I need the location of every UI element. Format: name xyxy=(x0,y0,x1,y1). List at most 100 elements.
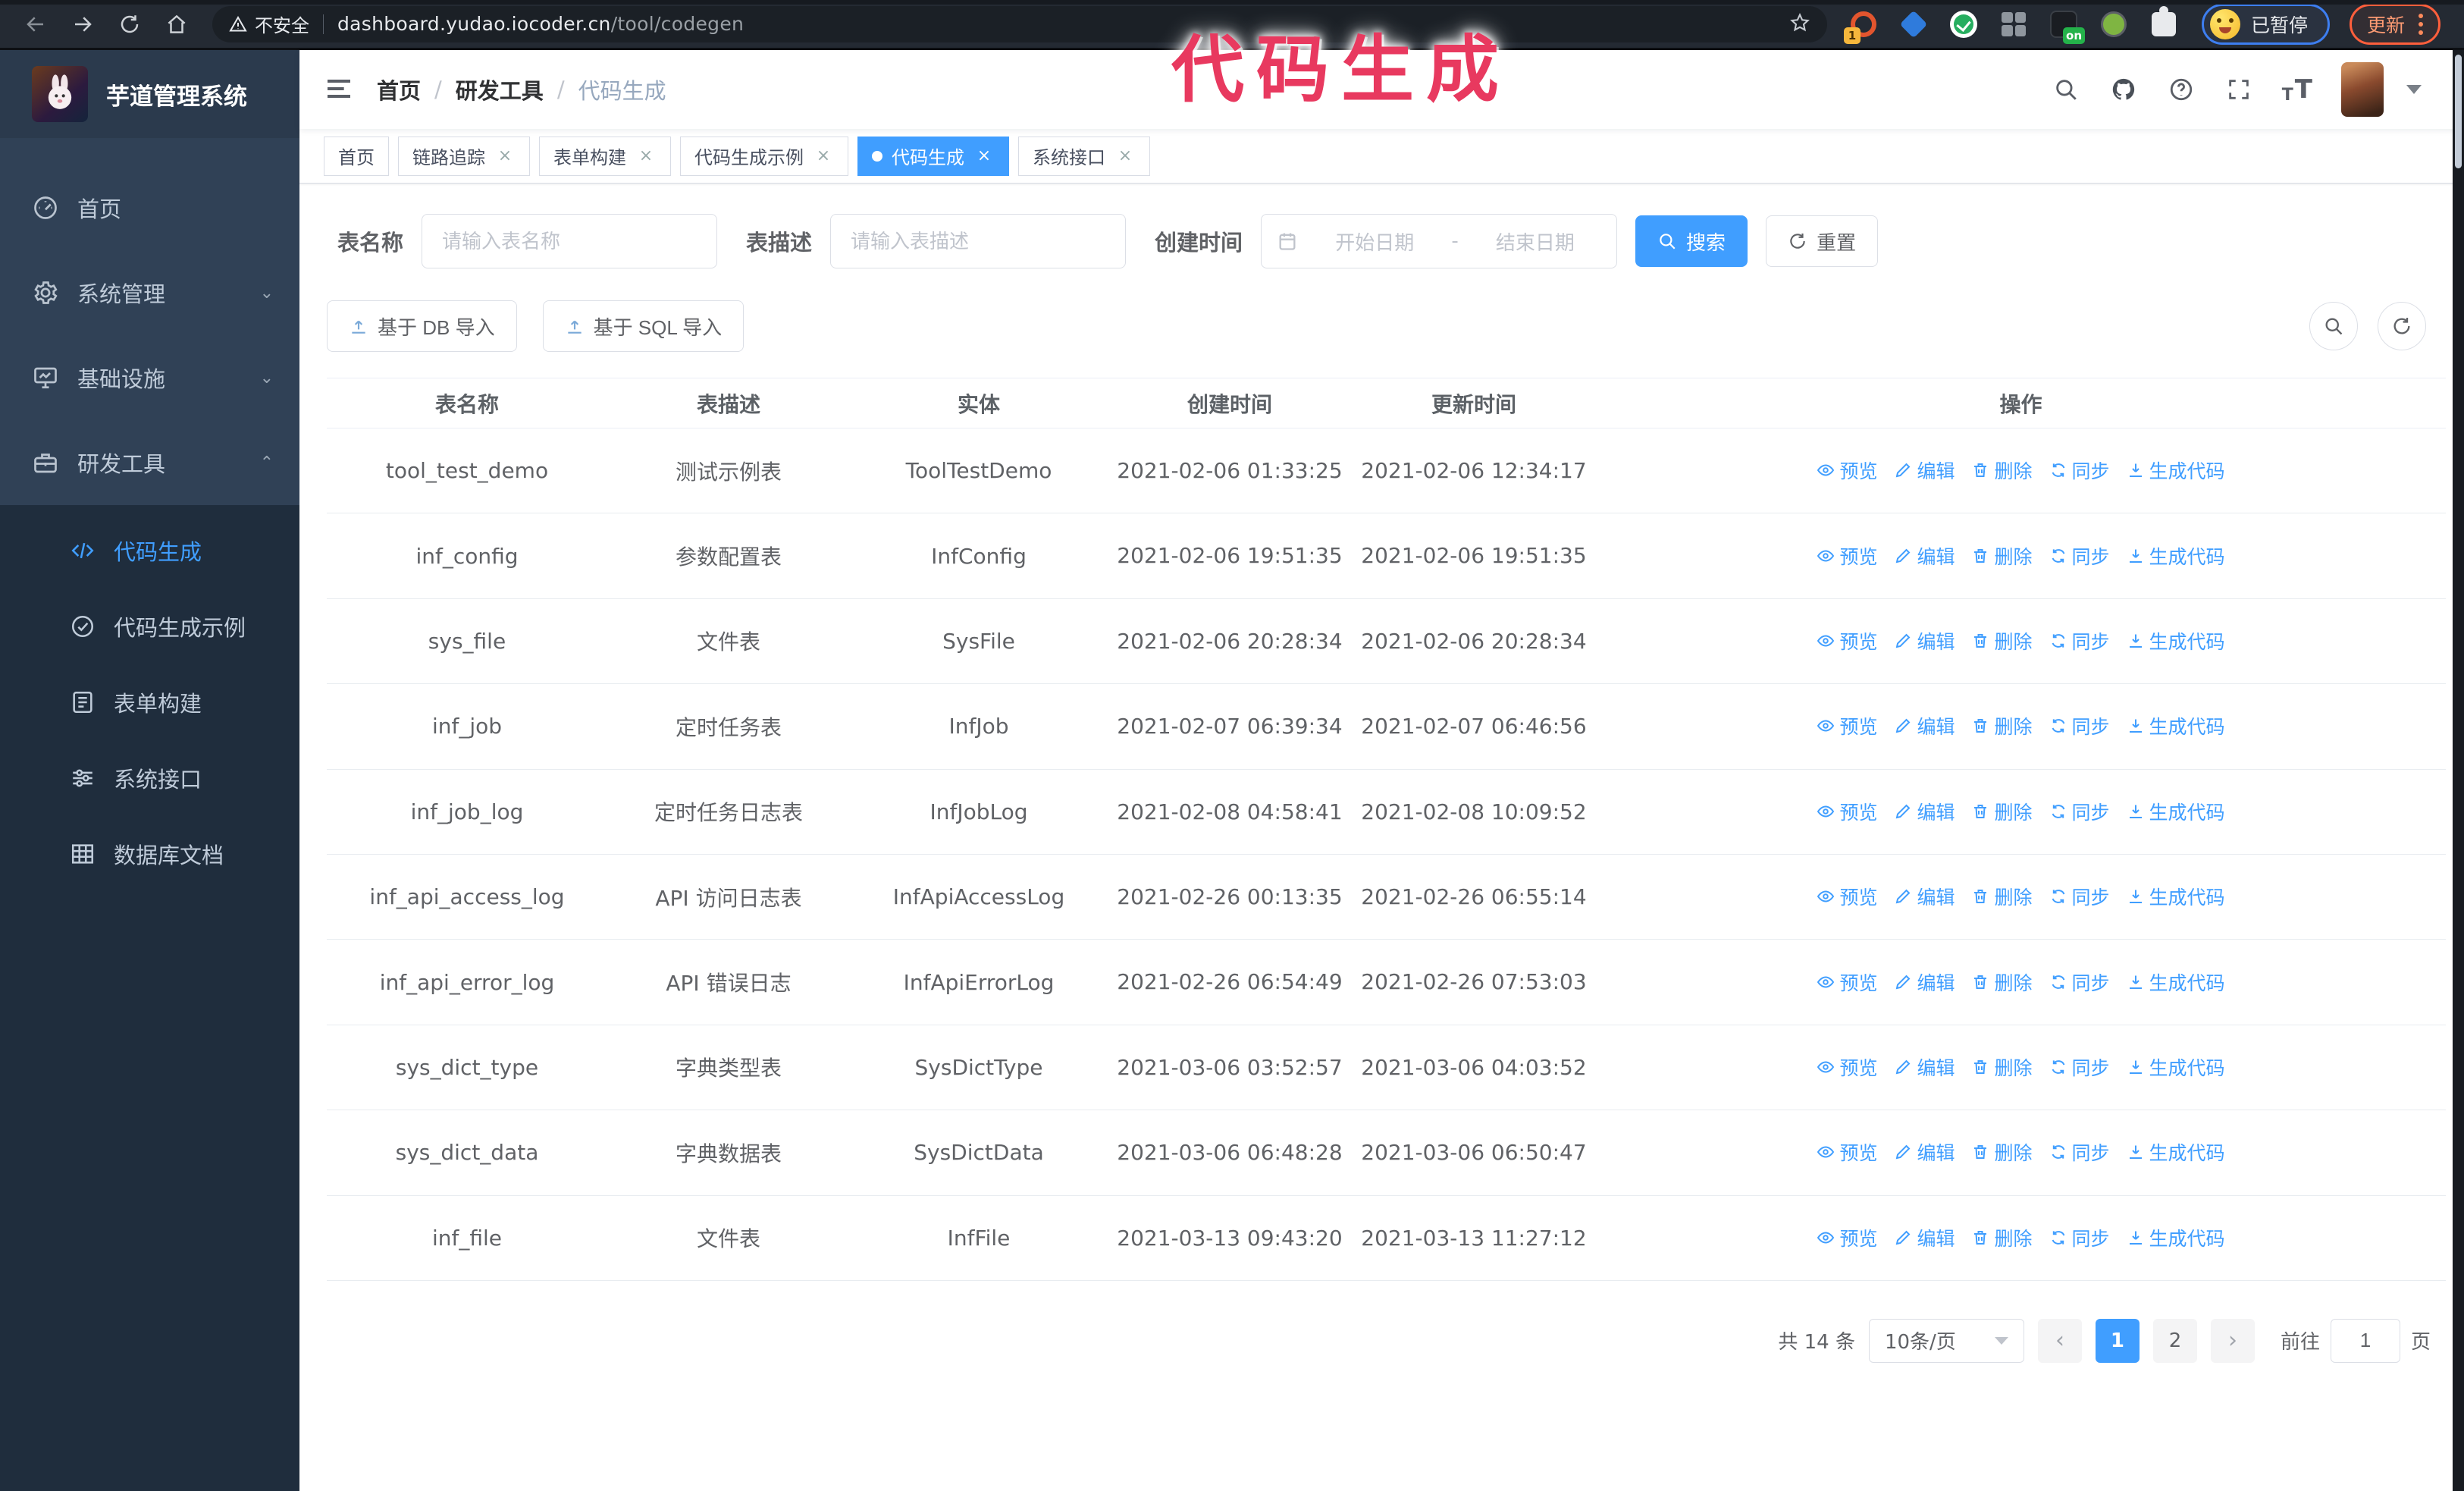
generate-code-link[interactable]: 生成代码 xyxy=(2127,627,2225,654)
page-button-1[interactable]: 1 xyxy=(2095,1318,2140,1363)
help-icon[interactable] xyxy=(2167,75,2196,104)
preview-link[interactable]: 预览 xyxy=(1817,1053,1877,1081)
preview-link[interactable]: 预览 xyxy=(1817,1224,1877,1251)
sidebar-item-infra[interactable]: 基础设施 ⌄ xyxy=(0,335,299,420)
search-button[interactable]: 搜索 xyxy=(1635,215,1748,267)
delete-link[interactable]: 删除 xyxy=(1971,883,2033,910)
sync-link[interactable]: 同步 xyxy=(2049,1224,2110,1251)
tag-form-builder[interactable]: 表单构建 × xyxy=(539,136,671,176)
sync-link[interactable]: 同步 xyxy=(2049,968,2110,996)
page-size-select[interactable]: 10条/页 xyxy=(1868,1318,2024,1363)
close-icon[interactable]: × xyxy=(813,146,834,167)
browser-update-button[interactable]: 更新 xyxy=(2350,3,2441,45)
delete-link[interactable]: 删除 xyxy=(1971,627,2033,654)
sync-link[interactable]: 同步 xyxy=(2049,1053,2110,1081)
tag-tracing[interactable]: 链路追踪 × xyxy=(398,136,530,176)
table-name-input[interactable] xyxy=(422,214,718,268)
sidebar-item-home[interactable]: 首页 xyxy=(0,165,299,250)
sync-link[interactable]: 同步 xyxy=(2049,457,2110,484)
extension-icon-orange[interactable]: 1 xyxy=(1844,8,1880,44)
preview-link[interactable]: 预览 xyxy=(1817,627,1877,654)
preview-link[interactable]: 预览 xyxy=(1817,1138,1877,1166)
close-icon[interactable]: × xyxy=(1114,146,1136,167)
scrollbar-thumb[interactable] xyxy=(2455,55,2462,168)
edit-link[interactable]: 编辑 xyxy=(1894,542,1955,570)
delete-link[interactable]: 删除 xyxy=(1971,712,2033,739)
close-icon[interactable]: × xyxy=(635,146,657,167)
preview-link[interactable]: 预览 xyxy=(1817,883,1877,910)
generate-code-link[interactable]: 生成代码 xyxy=(2127,542,2225,570)
edit-link[interactable]: 编辑 xyxy=(1894,1224,1955,1251)
delete-link[interactable]: 删除 xyxy=(1971,968,2033,996)
sync-link[interactable]: 同步 xyxy=(2049,627,2110,654)
sidebar-item-devtools[interactable]: 研发工具 ⌃ xyxy=(0,420,299,505)
generate-code-link[interactable]: 生成代码 xyxy=(2127,798,2225,825)
preview-link[interactable]: 预览 xyxy=(1817,542,1877,570)
search-icon[interactable] xyxy=(2052,75,2080,104)
delete-link[interactable]: 删除 xyxy=(1971,798,2033,825)
delete-link[interactable]: 删除 xyxy=(1971,542,2033,570)
sidebar-item-system[interactable]: 系统管理 ⌄ xyxy=(0,250,299,335)
site-security-warning[interactable]: 不安全 xyxy=(229,11,309,37)
edit-link[interactable]: 编辑 xyxy=(1894,1053,1955,1081)
preview-link[interactable]: 预览 xyxy=(1817,457,1877,484)
generate-code-link[interactable]: 生成代码 xyxy=(2127,1138,2225,1166)
breadcrumb-home[interactable]: 首页 xyxy=(377,74,421,105)
extensions-puzzle-icon[interactable] xyxy=(2147,5,2180,41)
sidebar-item-codegen-example[interactable]: 代码生成示例 xyxy=(0,589,299,664)
tag-home[interactable]: 首页 xyxy=(324,136,389,176)
import-db-button[interactable]: 基于 DB 导入 xyxy=(327,300,517,352)
browser-profile-button[interactable]: 已暂停 xyxy=(2202,3,2331,45)
avatar[interactable] xyxy=(2341,62,2384,117)
page-button-2[interactable]: 2 xyxy=(2152,1318,2197,1363)
sidebar-item-codegen[interactable]: 代码生成 xyxy=(0,513,299,589)
extension-icon-dark[interactable]: on xyxy=(2047,8,2085,44)
edit-link[interactable]: 编辑 xyxy=(1894,627,1955,654)
logo[interactable]: 芋道管理系统 xyxy=(0,50,299,138)
sidebar-item-form-builder[interactable]: 表单构建 xyxy=(0,664,299,740)
page-scrollbar[interactable] xyxy=(2453,50,2464,1491)
extension-icon-green[interactable] xyxy=(2097,8,2130,41)
delete-link[interactable]: 删除 xyxy=(1971,1224,2033,1251)
browser-forward-button[interactable] xyxy=(70,11,96,37)
font-size-icon[interactable]: TT xyxy=(2282,74,2312,105)
edit-link[interactable]: 编辑 xyxy=(1894,457,1955,484)
github-icon[interactable] xyxy=(2109,75,2138,104)
edit-link[interactable]: 编辑 xyxy=(1894,968,1955,996)
next-page-button[interactable]: › xyxy=(2210,1318,2255,1363)
preview-link[interactable]: 预览 xyxy=(1817,968,1877,996)
caret-down-icon[interactable] xyxy=(2406,85,2422,94)
generate-code-link[interactable]: 生成代码 xyxy=(2127,1224,2225,1251)
edit-link[interactable]: 编辑 xyxy=(1894,1138,1955,1166)
sidebar-item-db-doc[interactable]: 数据库文档 xyxy=(0,816,299,892)
preview-link[interactable]: 预览 xyxy=(1817,712,1877,739)
refresh-table-button[interactable] xyxy=(2378,302,2426,350)
extension-icon-gem[interactable] xyxy=(1897,8,1930,41)
reset-button[interactable]: 重置 xyxy=(1766,215,1879,267)
bookmark-star-icon[interactable] xyxy=(1789,12,1810,36)
breadcrumb-devtools[interactable]: 研发工具 xyxy=(456,74,544,105)
generate-code-link[interactable]: 生成代码 xyxy=(2127,1053,2225,1081)
tag-codegen[interactable]: 代码生成 × xyxy=(857,136,1009,176)
extension-icon-check[interactable] xyxy=(1947,8,1980,41)
tag-codegen-example[interactable]: 代码生成示例 × xyxy=(680,136,848,176)
sync-link[interactable]: 同步 xyxy=(2049,798,2110,825)
generate-code-link[interactable]: 生成代码 xyxy=(2127,883,2225,910)
delete-link[interactable]: 删除 xyxy=(1971,1053,2033,1081)
prev-page-button[interactable]: ‹ xyxy=(2037,1318,2082,1363)
date-range-picker[interactable]: 开始日期 - 结束日期 xyxy=(1261,214,1618,268)
sync-link[interactable]: 同步 xyxy=(2049,542,2110,570)
delete-link[interactable]: 删除 xyxy=(1971,1138,2033,1166)
preview-link[interactable]: 预览 xyxy=(1817,798,1877,825)
table-desc-input[interactable] xyxy=(830,214,1127,268)
generate-code-link[interactable]: 生成代码 xyxy=(2127,712,2225,739)
goto-page-input[interactable] xyxy=(2330,1318,2400,1363)
import-sql-button[interactable]: 基于 SQL 导入 xyxy=(542,300,745,352)
edit-link[interactable]: 编辑 xyxy=(1894,798,1955,825)
edit-link[interactable]: 编辑 xyxy=(1894,712,1955,739)
edit-link[interactable]: 编辑 xyxy=(1894,883,1955,910)
browser-home-button[interactable] xyxy=(164,11,190,37)
browser-reload-button[interactable] xyxy=(117,11,143,37)
delete-link[interactable]: 删除 xyxy=(1971,457,2033,484)
browser-menu-icon[interactable] xyxy=(2419,13,2424,35)
